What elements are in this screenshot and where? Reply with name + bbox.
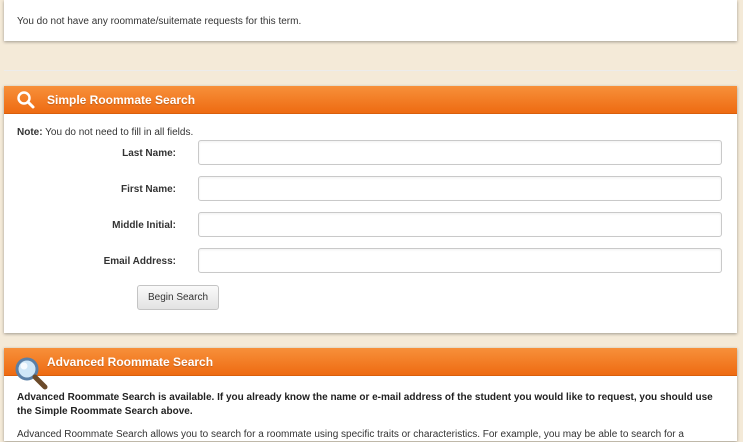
first-name-label: First Name: bbox=[120, 184, 176, 195]
page: You do not have any roommate/suitemate r… bbox=[0, 0, 743, 441]
simple-search-title: Simple Roommate Search bbox=[47, 93, 196, 107]
advanced-search-header: Advanced Roommate Search bbox=[4, 348, 737, 376]
email-address-label: Email Address: bbox=[103, 256, 176, 267]
last-name-label: Last Name: bbox=[122, 148, 176, 159]
begin-search-button[interactable]: Begin Search bbox=[137, 285, 219, 310]
notice-panel: You do not have any roommate/suitemate r… bbox=[4, 0, 737, 41]
notice-text: You do not have any roommate/suitemate r… bbox=[17, 16, 302, 27]
search-icon bbox=[16, 90, 36, 110]
middle-initial-label: Middle Initial: bbox=[112, 220, 176, 231]
advanced-search-description: Advanced Roommate Search allows you to s… bbox=[17, 429, 684, 440]
note-label: Note: bbox=[17, 127, 43, 138]
note-text: Note: You do not need to fill in all fie… bbox=[17, 127, 193, 138]
divider bbox=[4, 70, 737, 71]
simple-search-header: Simple Roommate Search bbox=[4, 86, 737, 114]
note-body: You do not need to fill in all fields. bbox=[42, 127, 194, 138]
email-address-input[interactable] bbox=[198, 248, 722, 273]
simple-search-panel: Simple Roommate Search Note: You do not … bbox=[4, 86, 737, 333]
advanced-search-intro: Advanced Roommate Search is available. I… bbox=[17, 392, 713, 417]
advanced-search-title: Advanced Roommate Search bbox=[47, 355, 214, 369]
last-name-input[interactable] bbox=[198, 140, 722, 165]
magnifier-icon bbox=[13, 355, 49, 391]
first-name-input[interactable] bbox=[198, 176, 722, 201]
middle-initial-input[interactable] bbox=[198, 212, 722, 237]
